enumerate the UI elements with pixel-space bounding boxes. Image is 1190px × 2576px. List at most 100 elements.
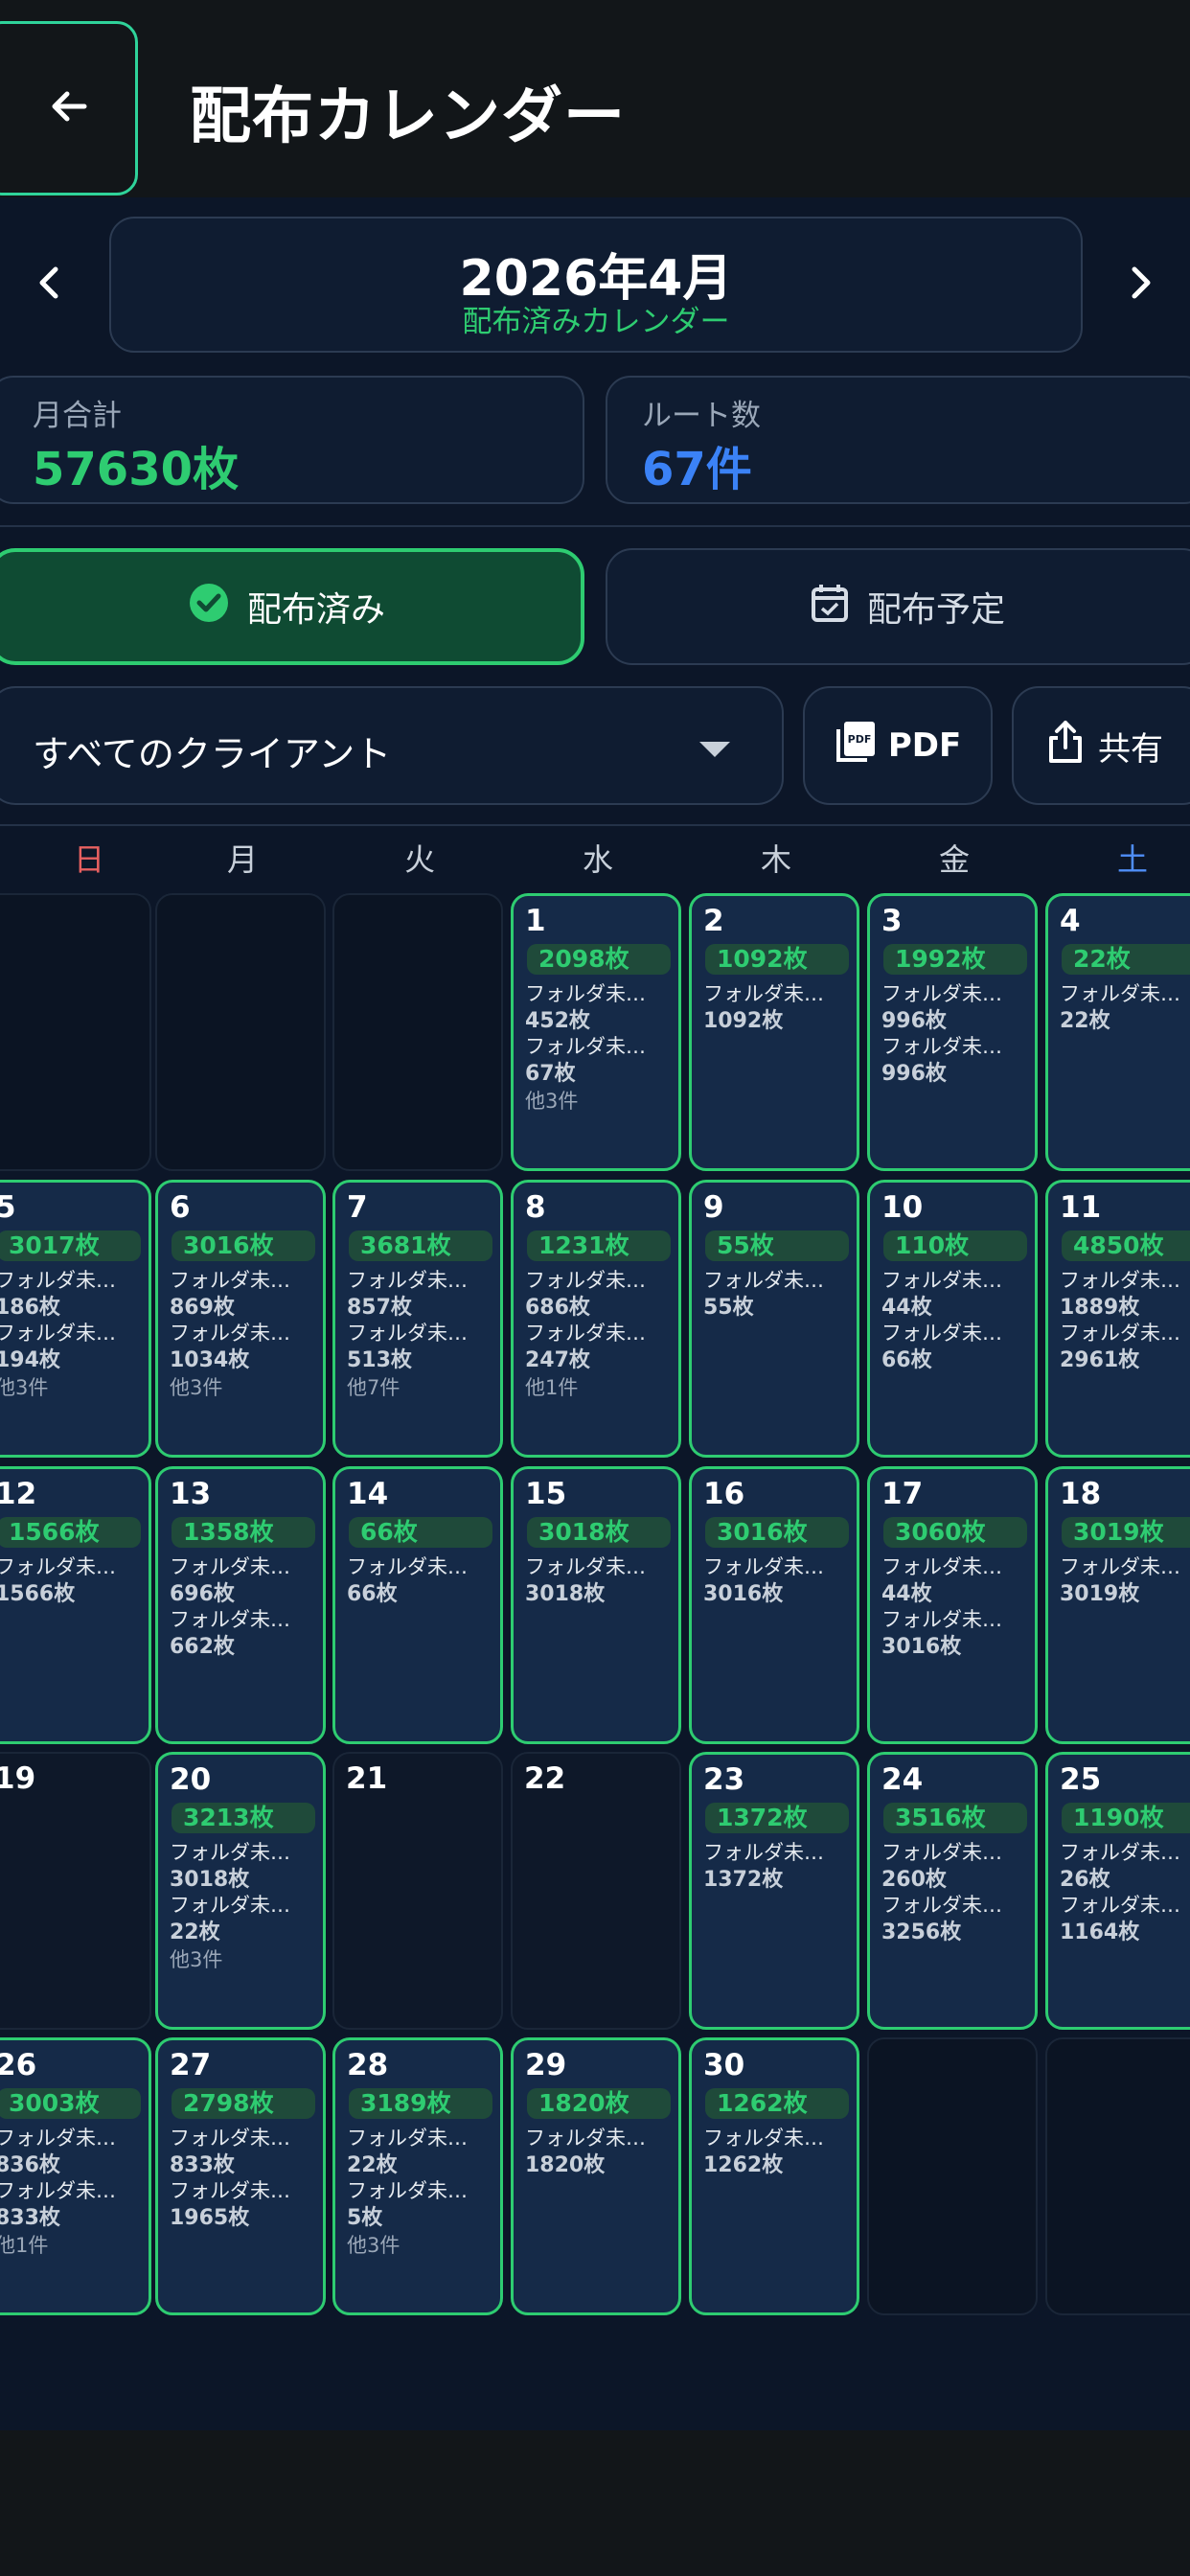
day-number: 22 bbox=[524, 1761, 566, 1796]
entry-count: 22枚 bbox=[1060, 1009, 1110, 1033]
entry-count: 1164枚 bbox=[1060, 1920, 1140, 1944]
entry-count: 3019枚 bbox=[1060, 1582, 1140, 1606]
next-month-button[interactable] bbox=[1110, 251, 1171, 318]
entry-count: 44枚 bbox=[881, 1296, 932, 1320]
share-icon bbox=[1046, 719, 1085, 773]
entry-count: 66枚 bbox=[881, 1348, 932, 1372]
day-total-badge: 2798枚 bbox=[172, 2088, 315, 2119]
prev-month-button[interactable] bbox=[19, 251, 80, 318]
calendar-day-cell[interactable]: 21 bbox=[332, 1752, 503, 2030]
day-number: 19 bbox=[0, 1761, 36, 1796]
more-entries-label: 他3件 bbox=[170, 1376, 223, 1399]
weekday-label: 水 bbox=[582, 841, 613, 878]
calendar-day-cell[interactable]: 6 3016枚 フォルダ未… 869枚 フォルダ未… 1034枚 他3件 bbox=[155, 1180, 326, 1458]
calendar-day-cell[interactable]: 29 1820枚 フォルダ未… 1820枚 bbox=[511, 2037, 681, 2315]
entry-count: 1372枚 bbox=[703, 1868, 784, 1892]
toggle-planned-label: 配布予定 bbox=[866, 590, 1005, 630]
client-filter-value: すべてのクライアント bbox=[33, 733, 392, 775]
calendar-day-cell[interactable]: 18 3019枚 フォルダ未… 3019枚 bbox=[1045, 1466, 1190, 1744]
day-number: 15 bbox=[525, 1477, 567, 1511]
calendar-check-icon bbox=[810, 582, 850, 632]
calendar-day-cell[interactable]: 14 66枚 フォルダ未… 66枚 bbox=[332, 1466, 503, 1744]
share-button[interactable]: 共有 bbox=[1012, 686, 1190, 805]
chevron-right-icon bbox=[1123, 264, 1157, 306]
pdf-button[interactable]: PDF PDF bbox=[803, 686, 993, 805]
calendar-cell-empty bbox=[155, 893, 326, 1171]
calendar-day-cell[interactable]: 9 55枚 フォルダ未… 55枚 bbox=[689, 1180, 859, 1458]
calendar-day-cell[interactable]: 121566枚フォルダ未…1566枚 bbox=[0, 1466, 151, 1744]
calendar-day-cell[interactable]: 263003枚フォルダ未…836枚フォルダ未…833枚他1件 bbox=[0, 2037, 151, 2315]
day-total-badge: 3019枚 bbox=[1062, 1517, 1190, 1548]
weekday-label: 日 bbox=[73, 841, 104, 878]
day-total-badge: 2098枚 bbox=[527, 944, 671, 975]
day-number: 8 bbox=[525, 1190, 546, 1225]
pdf-icon: PDF bbox=[835, 720, 877, 772]
entry-count: 996枚 bbox=[881, 1062, 947, 1086]
day-number: 18 bbox=[1060, 1477, 1102, 1511]
more-entries-label: 他3件 bbox=[0, 1376, 49, 1399]
entry-count: 260枚 bbox=[881, 1868, 947, 1892]
calendar-day-cell[interactable]: 19 bbox=[0, 1752, 151, 2030]
day-total-badge: 4850枚 bbox=[1062, 1230, 1190, 1261]
day-number: 1 bbox=[525, 904, 546, 938]
entry-count: 2961枚 bbox=[1060, 1348, 1140, 1372]
calendar-day-cell[interactable]: 23 1372枚 フォルダ未… 1372枚 bbox=[689, 1752, 859, 2030]
calendar-day-cell[interactable]: 11 4850枚 フォルダ未… 1889枚 フォルダ未… 2961枚 bbox=[1045, 1180, 1190, 1458]
calendar-day-cell[interactable]: 27 2798枚 フォルダ未… 833枚 フォルダ未… 1965枚 bbox=[155, 2037, 326, 2315]
weekday-label: 金 bbox=[938, 841, 970, 878]
entry-count: 1889枚 bbox=[1060, 1296, 1140, 1320]
day-total-badge: 1992枚 bbox=[883, 944, 1027, 975]
route-count-label: ルート数 bbox=[642, 399, 761, 433]
entry-count: 3018枚 bbox=[525, 1582, 606, 1606]
entry-count: 857枚 bbox=[347, 1296, 412, 1320]
day-number: 4 bbox=[1060, 904, 1081, 938]
calendar-day-cell[interactable]: 10 110枚 フォルダ未… 44枚 フォルダ未… 66枚 bbox=[867, 1180, 1038, 1458]
day-total-badge: 1190枚 bbox=[1062, 1803, 1190, 1833]
calendar-day-cell[interactable]: 22 bbox=[511, 1752, 681, 2030]
calendar-day-cell[interactable]: 8 1231枚 フォルダ未… 686枚 フォルダ未… 247枚 他1件 bbox=[511, 1180, 681, 1458]
calendar-cell-empty bbox=[332, 893, 503, 1171]
entry-count: 1034枚 bbox=[170, 1348, 250, 1372]
route-count-card: ルート数 67件 bbox=[606, 376, 1190, 504]
day-total-badge: 1566枚 bbox=[0, 1517, 141, 1548]
calendar-day-cell[interactable]: 17 3060枚 フォルダ未… 44枚 フォルダ未… 3016枚 bbox=[867, 1466, 1038, 1744]
day-number: 9 bbox=[703, 1190, 724, 1225]
calendar-day-cell[interactable]: 16 3016枚 フォルダ未… 3016枚 bbox=[689, 1466, 859, 1744]
entry-count: 67枚 bbox=[525, 1062, 576, 1086]
entry-count: 452枚 bbox=[525, 1009, 590, 1033]
day-total-badge: 22枚 bbox=[1062, 944, 1190, 975]
toggle-distributed[interactable]: 配布済み bbox=[0, 548, 584, 665]
entry-count: 3016枚 bbox=[881, 1635, 962, 1659]
calendar-day-cell[interactable]: 15 3018枚 フォルダ未… 3018枚 bbox=[511, 1466, 681, 1744]
weekday-label: 木 bbox=[760, 841, 791, 878]
back-button[interactable] bbox=[0, 21, 138, 196]
entry-count: 1820枚 bbox=[525, 2153, 606, 2177]
calendar-day-cell[interactable]: 13 1358枚 フォルダ未… 696枚 フォルダ未… 662枚 bbox=[155, 1466, 326, 1744]
day-number: 6 bbox=[170, 1190, 191, 1225]
calendar-day-cell[interactable]: 53017枚フォルダ未…186枚フォルダ未…194枚他3件 bbox=[0, 1180, 151, 1458]
calendar-day-cell[interactable]: 4 22枚 フォルダ未… 22枚 bbox=[1045, 893, 1190, 1171]
arrow-left-icon bbox=[46, 83, 92, 133]
calendar-day-cell[interactable]: 3 1992枚 フォルダ未… 996枚 フォルダ未… 996枚 bbox=[867, 893, 1038, 1171]
entry-count: 833枚 bbox=[170, 2153, 235, 2177]
calendar-day-cell[interactable]: 25 1190枚 フォルダ未… 26枚 フォルダ未… 1164枚 bbox=[1045, 1752, 1190, 2030]
entry-count: 1566枚 bbox=[0, 1582, 76, 1606]
toggle-planned[interactable]: 配布予定 bbox=[606, 548, 1190, 665]
calendar-day-cell[interactable]: 7 3681枚 フォルダ未… 857枚 フォルダ未… 513枚 他7件 bbox=[332, 1180, 503, 1458]
calendar-day-cell[interactable]: 28 3189枚 フォルダ未… 22枚 フォルダ未… 5枚 他3件 bbox=[332, 2037, 503, 2315]
calendar-day-cell[interactable]: 30 1262枚 フォルダ未… 1262枚 bbox=[689, 2037, 859, 2315]
day-number: 11 bbox=[1060, 1190, 1102, 1225]
day-number: 30 bbox=[703, 2048, 745, 2082]
entry-count: 869枚 bbox=[170, 1296, 235, 1320]
weekday-label: 月 bbox=[226, 841, 258, 878]
entry-count: 66枚 bbox=[347, 1582, 398, 1606]
calendar-day-cell[interactable]: 24 3516枚 フォルダ未… 260枚 フォルダ未… 3256枚 bbox=[867, 1752, 1038, 2030]
client-filter-select[interactable]: すべてのクライアント bbox=[0, 686, 784, 805]
calendar-day-cell[interactable]: 2 1092枚 フォルダ未… 1092枚 bbox=[689, 893, 859, 1171]
calendar-cell-empty bbox=[867, 2037, 1038, 2315]
calendar-day-cell[interactable]: 20 3213枚 フォルダ未… 3018枚 フォルダ未… 22枚 他3件 bbox=[155, 1752, 326, 2030]
day-total-badge: 1372枚 bbox=[705, 1803, 849, 1833]
day-total-badge: 3516枚 bbox=[883, 1803, 1027, 1833]
calendar-day-cell[interactable]: 1 2098枚 フォルダ未… 452枚 フォルダ未… 67枚 他3件 bbox=[511, 893, 681, 1171]
day-total-badge: 110枚 bbox=[883, 1230, 1027, 1261]
